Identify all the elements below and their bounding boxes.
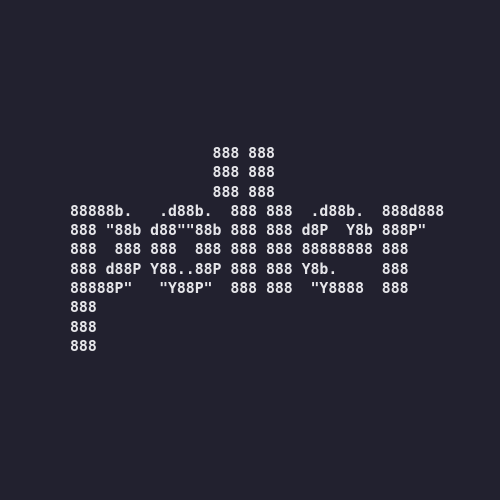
terminal-screen: 888 888 888 888 888 888 88888b. .d88b. 88… (0, 0, 500, 500)
ascii-art-line: 888 (70, 337, 97, 355)
ascii-art-line: 88888P" "Y88P" 888 888 "Y8888 888 (70, 280, 409, 298)
ascii-art-line: 888 d88P Y88..88P 888 888 Y8b. 888 (70, 260, 409, 278)
ascii-art-line: 888 888 (70, 164, 275, 182)
ascii-art-line: 888 888 888 888 888 888 88888888 888 (70, 241, 409, 259)
ascii-art-line: 888 (70, 318, 97, 336)
ascii-art-line: 888 888 (70, 183, 275, 201)
ascii-art-line: 888 "88b d88""88b 888 888 d8P Y8b 888P" (70, 222, 427, 240)
ascii-art-line: 888 888 (70, 145, 275, 162)
ascii-art-line: 888 (70, 299, 97, 317)
ascii-art-banner: 888 888 888 888 888 888 88888b. .d88b. 88… (70, 144, 444, 356)
ascii-art-line: 88888b. .d88b. 888 888 .d88b. 888d888 (70, 202, 445, 220)
